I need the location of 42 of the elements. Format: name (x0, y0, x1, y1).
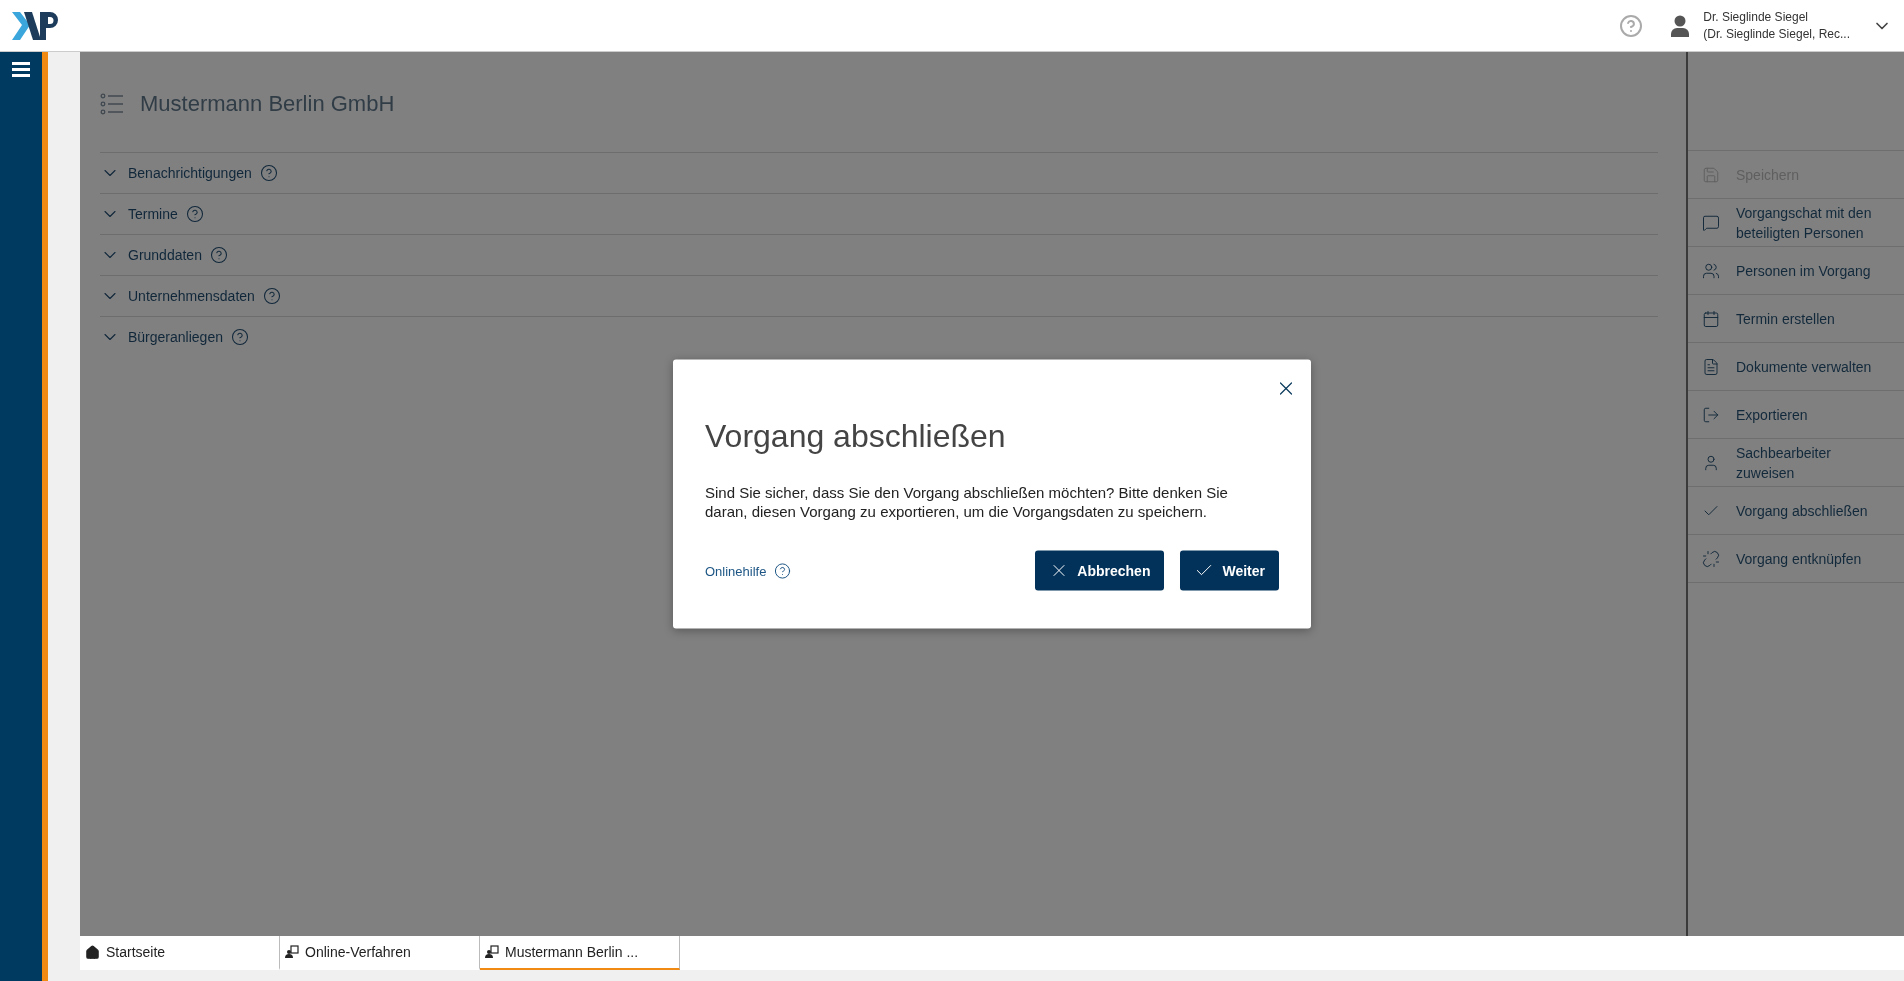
action-item[interactable]: Vorgangschat mit den beteiligten Personen (1688, 199, 1904, 247)
help-link[interactable]: Onlinehilfe (705, 563, 767, 578)
process-icon (485, 945, 499, 959)
help-icon[interactable] (262, 287, 281, 305)
calendar-icon (1702, 309, 1720, 328)
export-icon (1702, 405, 1720, 424)
list-icon (100, 92, 124, 116)
action-item[interactable]: Dokumente verwalten (1688, 343, 1904, 391)
menu-icon[interactable] (12, 62, 30, 78)
tab[interactable]: Mustermann Berlin ... (480, 936, 680, 970)
section-label[interactable]: Termine (128, 206, 178, 222)
section-label[interactable]: Benachrichtigungen (128, 165, 252, 181)
home-icon (85, 944, 100, 960)
action-item[interactable]: Personen im Vorgang (1688, 247, 1904, 295)
logo-icon (12, 11, 60, 40)
help-icon[interactable] (209, 246, 228, 264)
people-icon (1702, 261, 1720, 280)
process-icon (285, 945, 299, 959)
section-label[interactable]: Unternehmensdaten (128, 288, 255, 304)
dialog-title: Vorgang abschließen (705, 417, 1007, 455)
user-avatar-icon (1671, 14, 1690, 37)
section-label[interactable]: Grunddaten (128, 247, 202, 263)
action-item[interactable]: Vorgang entknüpfen (1688, 535, 1904, 583)
cancel-button[interactable]: Abbrechen (1035, 550, 1165, 591)
document-icon (1702, 357, 1720, 376)
user-role: (Dr. Sieglinde Siegel, Rec... (1703, 25, 1850, 43)
speech-bubble-icon (1702, 213, 1720, 232)
help-icon[interactable] (230, 328, 249, 346)
user-name: Dr. Sieglinde Siegel (1703, 8, 1809, 26)
page-title: Mustermann Berlin GmbH (140, 91, 395, 117)
section-label[interactable]: Bürgeranliegen (128, 329, 223, 345)
action-item[interactable]: Vorgang abschließen (1688, 487, 1904, 535)
person-icon (1702, 453, 1720, 472)
unlink-icon (1702, 549, 1720, 568)
action-item[interactable]: Termin erstellen (1688, 295, 1904, 343)
help-icon[interactable] (185, 205, 204, 223)
dialog-message: Sind Sie sicher, dass Sie den Vorgang abschließen möchten? Bitte denken Sie daran, diesen Vorgang zu exportieren, um die Vorgangsdaten zu speichern. (705, 482, 1229, 521)
action-item[interactable]: Exportieren (1688, 391, 1904, 439)
action-item[interactable]: Sachbearbeiter zuweisen (1688, 439, 1904, 487)
help-icon[interactable] (259, 164, 278, 182)
help-icon[interactable] (774, 562, 792, 579)
confirm-button[interactable]: Weiter (1180, 550, 1279, 591)
